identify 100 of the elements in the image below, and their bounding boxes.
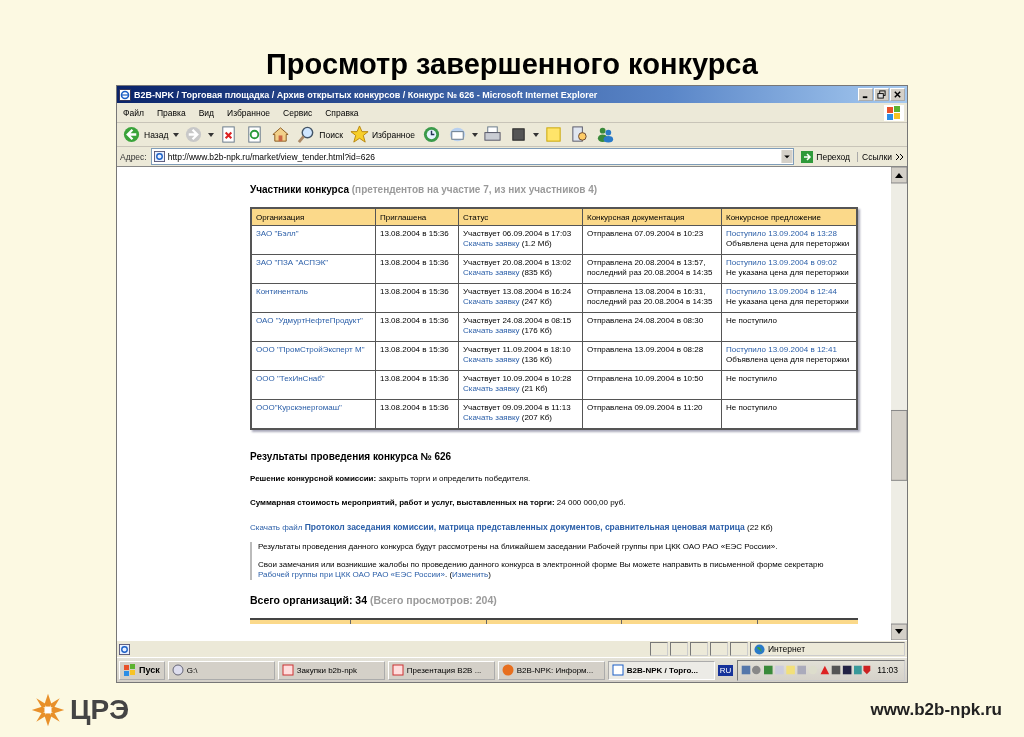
table-cell: 13.08.2004 в 15:36 bbox=[380, 287, 449, 297]
table-cell-text: Отправлена 09.09.2004 в 11:20 bbox=[587, 403, 704, 414]
go-arrow-icon bbox=[801, 150, 814, 163]
taskbar-button[interactable]: G:\ bbox=[167, 660, 275, 680]
status-panel bbox=[710, 642, 728, 657]
table-cell: 13.08.2004 в 15:36 bbox=[380, 403, 449, 413]
links-button[interactable]: Ссылки bbox=[857, 151, 892, 162]
menu-item[interactable]: Правка bbox=[156, 107, 186, 118]
taskbar-button[interactable]: Презентация B2B ... bbox=[387, 660, 495, 680]
table-cell: 13.08.2004 в 15:36 bbox=[380, 258, 449, 268]
download-link[interactable]: Скачать заявку bbox=[463, 413, 520, 423]
file-size: (21 Кб) bbox=[521, 384, 548, 394]
tray-icons-drawing[interactable] bbox=[741, 664, 872, 677]
table-cell-text: Не поступило bbox=[726, 374, 778, 385]
chevron-icon[interactable] bbox=[896, 153, 904, 160]
search-button[interactable]: Поиск bbox=[295, 123, 345, 146]
organization-link[interactable]: Континенталь bbox=[256, 287, 308, 297]
caret-icon[interactable] bbox=[533, 132, 539, 137]
download-link[interactable]: Скачать заявку bbox=[463, 239, 520, 249]
offer-link[interactable]: Поступило 13.09.2004 в 13:28 bbox=[726, 229, 852, 240]
table-cell: 13.08.2004 в 15:36 bbox=[380, 316, 449, 326]
table-cell-text: Отправлена 10.09.2004 в 10:50 bbox=[587, 374, 705, 385]
section-heading: Результаты проведения конкурса № 626 bbox=[250, 451, 453, 463]
table-cell-text: Объявлена цена для переторжки bbox=[726, 239, 851, 250]
table-cell-text: Не поступило bbox=[726, 403, 778, 414]
working-group-link[interactable]: Рабочей группы при ЦКК ОАО РАО «ЕЭС России» bbox=[258, 570, 445, 580]
people-icon bbox=[596, 125, 615, 145]
taskbar-button[interactable]: Закупки b2b-npk bbox=[277, 660, 385, 680]
home-icon bbox=[271, 125, 291, 145]
menu-item[interactable]: Сервис bbox=[283, 107, 313, 118]
maximize-button[interactable] bbox=[874, 88, 889, 102]
windows-logo-icon bbox=[884, 104, 904, 121]
table-cell: 13.08.2004 в 15:36 bbox=[380, 345, 449, 355]
disc-icon bbox=[171, 664, 184, 677]
organization-link[interactable]: ООО "ТехИнСнаб" bbox=[256, 374, 325, 384]
address-field[interactable]: http://www.b2b-npk.ru/market/view_tender.html?id=626 bbox=[150, 148, 795, 165]
go-button[interactable]: Переход bbox=[798, 150, 854, 163]
download-file-link[interactable]: Скачать файл bbox=[250, 523, 303, 533]
page-icon bbox=[153, 151, 165, 162]
menu-item[interactable]: Файл bbox=[123, 107, 144, 118]
section-heading: Участники конкурса (претендентов на участие 7, из них участников 4) bbox=[250, 184, 599, 196]
table-cell-text: Не указана цена для переторжки bbox=[726, 268, 850, 279]
menu-item[interactable]: Справка bbox=[325, 107, 359, 118]
restore-icon bbox=[877, 90, 886, 100]
status-panel bbox=[690, 642, 708, 657]
table-cell-text: Отправлена 13.09.2004 в 08:28 bbox=[587, 345, 705, 356]
menu-item[interactable]: Вид bbox=[198, 107, 214, 118]
organization-link[interactable]: ЗАО "ПЗА "АСПЭК" bbox=[256, 258, 329, 268]
table-cell-text: Отправлена 20.08.2004 в 13:57, bbox=[587, 258, 707, 269]
scrollbar[interactable] bbox=[891, 167, 907, 641]
download-link[interactable]: Скачать заявку bbox=[463, 297, 520, 307]
back-button[interactable]: Назад bbox=[120, 123, 171, 146]
protocol-file-link[interactable]: Протокол заседания комиссии, матрица представленных документов, сравнительная ценовая матрица bbox=[304, 522, 745, 533]
caret-icon[interactable] bbox=[173, 132, 180, 137]
minimize-button[interactable] bbox=[858, 88, 873, 102]
document-icon bbox=[281, 664, 294, 677]
note-text: Результаты проведения данного конкурса будут рассмотрены на ближайшем заседании Рабочей группы при ЦКК ОАО РАО «ЕЭС России». bbox=[258, 542, 779, 553]
decision-text: Решение конкурсной комиссии: закрыть торги и определить победителя. bbox=[250, 474, 532, 484]
favorites-button[interactable]: Избранное bbox=[347, 123, 417, 146]
download-link[interactable]: Скачать заявку bbox=[463, 355, 520, 365]
security-zone: Интернет bbox=[768, 644, 806, 655]
taskbar-button[interactable]: B2B-NPK / Торго... bbox=[607, 660, 715, 680]
document-icon bbox=[391, 664, 404, 677]
taskbar-button[interactable]: B2B-NPK: Информ... bbox=[497, 660, 605, 680]
column-header: Организация bbox=[251, 208, 376, 226]
browser-icon bbox=[501, 664, 514, 677]
close-button[interactable] bbox=[890, 88, 905, 102]
table-cell-text: последний раз 20.08.2004 в 14:35 bbox=[587, 268, 714, 279]
column-header: Приглашена bbox=[375, 208, 459, 226]
window-title: B2B-NPK / Торговая площадка / Архив открытых конкурсов / Конкурс № 626 - Microsoft Internet Explorer bbox=[134, 89, 599, 100]
status-panel bbox=[670, 642, 688, 657]
offer-link[interactable]: Поступило 13.09.2004 в 09:02 bbox=[726, 258, 852, 269]
caret-icon[interactable] bbox=[208, 132, 215, 137]
total-cost-text: Суммарная стоимость мероприятий, работ и услуг, выставленных на торги: 24 000 000,00 руб. bbox=[250, 498, 627, 508]
file-size: (22 Кб) bbox=[747, 523, 773, 533]
close-icon bbox=[893, 90, 902, 100]
punctuation: . bbox=[444, 570, 448, 580]
caret-icon[interactable] bbox=[472, 132, 478, 137]
website-url: www.b2b-npk.ru bbox=[870, 700, 1002, 720]
download-link[interactable]: Скачать заявку bbox=[463, 326, 520, 336]
offer-link[interactable]: Поступило 13.09.2004 в 12:44 bbox=[726, 287, 852, 298]
clock: 11:03 bbox=[877, 665, 898, 676]
language-indicator[interactable]: RU bbox=[717, 664, 734, 676]
table-cell-text: Объявлена цена для переторжки bbox=[726, 355, 851, 366]
sun-logo-icon bbox=[30, 692, 66, 728]
document-icon bbox=[570, 125, 589, 145]
offer-link[interactable]: Поступило 13.09.2004 в 12:41 bbox=[726, 345, 852, 356]
file-size: (136 Кб) bbox=[521, 355, 552, 365]
menu-item[interactable]: Избранное bbox=[227, 107, 271, 118]
note-text: Свои замечания или возникшие жалобы по проведению данного конкурса в электронной форме Вы можете направить в письменной форме секретарю bbox=[258, 560, 824, 570]
file-size: (207 Кб) bbox=[521, 413, 552, 423]
organization-link[interactable]: ЗАО "Бэлл" bbox=[256, 229, 299, 239]
download-link[interactable]: Скачать заявку bbox=[463, 268, 520, 278]
start-button[interactable]: Пуск bbox=[119, 660, 165, 680]
table-cell-text: Не поступило bbox=[726, 316, 778, 327]
file-size: (247 Кб) bbox=[521, 297, 552, 307]
download-link[interactable]: Скачать заявку bbox=[463, 384, 520, 394]
status-panel bbox=[650, 642, 668, 657]
status-text: Участвует 24.08.2004 в 08:15 bbox=[463, 316, 573, 327]
status-text: Участвует 10.09.2004 в 10:28 bbox=[463, 374, 573, 385]
